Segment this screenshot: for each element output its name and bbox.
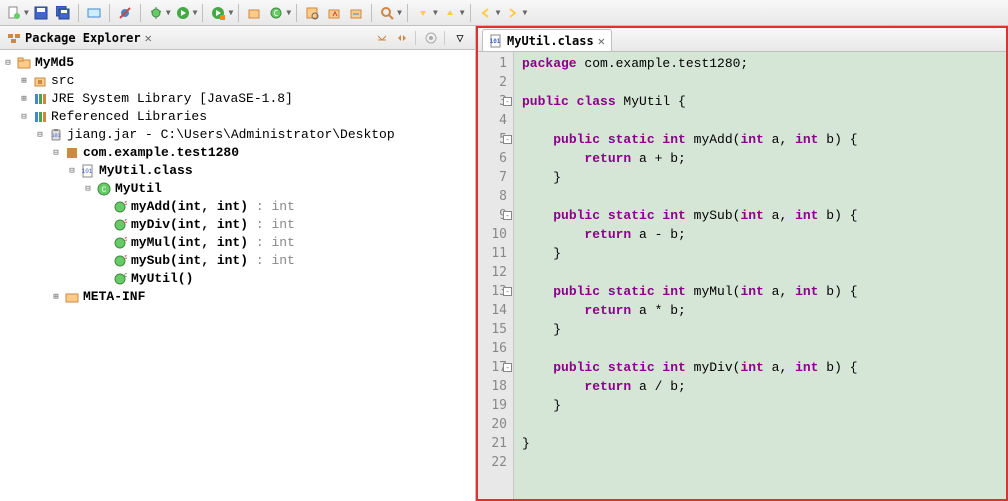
panel-header: Package Explorer ✕ ▽ xyxy=(0,26,475,50)
coverage-button[interactable] xyxy=(208,3,228,23)
editor-panel: 101 MyUtil.class ✕ 123-45-6789-10111213-… xyxy=(476,26,1008,501)
tree-project[interactable]: ⊟MyMd5 xyxy=(2,54,473,72)
next-annotation-button[interactable] xyxy=(413,3,433,23)
package-explorer-icon xyxy=(6,30,22,46)
editor-tabs: 101 MyUtil.class ✕ xyxy=(478,28,1006,52)
dropdown-icon[interactable]: ▼ xyxy=(24,8,29,17)
search-button[interactable] xyxy=(377,3,397,23)
dropdown-icon[interactable]: ▼ xyxy=(193,8,198,17)
svg-text:s: s xyxy=(124,218,127,226)
tree-src[interactable]: ⊞src xyxy=(2,72,473,90)
toggle-button[interactable] xyxy=(84,3,104,23)
svg-text:101: 101 xyxy=(82,168,93,175)
new-button[interactable] xyxy=(4,3,24,23)
tree-method[interactable]: smyAdd(int, int) : int xyxy=(2,198,473,216)
link-editor-button[interactable] xyxy=(393,29,411,47)
svg-text:s: s xyxy=(124,254,127,262)
close-icon[interactable]: ✕ xyxy=(145,31,152,45)
separator xyxy=(238,4,239,22)
separator xyxy=(296,4,297,22)
tree-package[interactable]: ⊟com.example.test1280 xyxy=(2,144,473,162)
back-button[interactable] xyxy=(476,3,496,23)
open-resource-button[interactable] xyxy=(346,3,366,23)
svg-text:101: 101 xyxy=(51,133,60,139)
save-button[interactable] xyxy=(31,3,51,23)
package-tree: ⊟MyMd5⊞src⊞JRE System Library [JavaSE-1.… xyxy=(0,50,475,310)
separator xyxy=(202,4,203,22)
tree-referenced-libraries[interactable]: ⊟Referenced Libraries xyxy=(2,108,473,126)
separator xyxy=(140,4,141,22)
dropdown-icon[interactable]: ▼ xyxy=(522,8,527,17)
save-all-button[interactable] xyxy=(53,3,73,23)
dropdown-icon[interactable]: ▼ xyxy=(496,8,501,17)
new-class-button[interactable]: C xyxy=(266,3,286,23)
svg-text:C: C xyxy=(102,186,107,195)
tree-jre[interactable]: ⊞JRE System Library [JavaSE-1.8] xyxy=(2,90,473,108)
open-type-button[interactable] xyxy=(302,3,322,23)
code-editor[interactable]: 123-45-6789-10111213-14151617-1819202122… xyxy=(478,52,1006,499)
svg-text:101: 101 xyxy=(490,38,501,45)
forward-button[interactable] xyxy=(502,3,522,23)
svg-text:s: s xyxy=(124,200,127,208)
tree-method[interactable]: smyDiv(int, int) : int xyxy=(2,216,473,234)
panel-title: Package Explorer xyxy=(25,31,141,45)
dropdown-icon[interactable]: ▼ xyxy=(228,8,233,17)
editor-tab-myutil[interactable]: 101 MyUtil.class ✕ xyxy=(482,29,612,51)
dropdown-icon[interactable]: ▼ xyxy=(460,8,465,17)
tree-type[interactable]: ⊟CMyUtil xyxy=(2,180,473,198)
close-tab-icon[interactable]: ✕ xyxy=(598,34,605,48)
dropdown-icon[interactable]: ▼ xyxy=(433,8,438,17)
separator xyxy=(109,4,110,22)
separator xyxy=(78,4,79,22)
tab-label: MyUtil.class xyxy=(507,34,594,48)
open-task-button[interactable] xyxy=(324,3,344,23)
collapse-all-button[interactable] xyxy=(373,29,391,47)
new-package-button[interactable] xyxy=(244,3,264,23)
svg-text:s: s xyxy=(124,236,127,244)
line-gutter: 123-45-6789-10111213-14151617-1819202122 xyxy=(478,52,514,499)
svg-text:C: C xyxy=(274,9,279,18)
tree-method[interactable]: smySub(int, int) : int xyxy=(2,252,473,270)
run-button[interactable] xyxy=(173,3,193,23)
main-toolbar: ▼ ▼ ▼ ▼ C ▼ ▼ ▼ ▼ ▼ ▼ xyxy=(0,0,1008,26)
separator xyxy=(371,4,372,22)
focus-task-button[interactable] xyxy=(422,29,440,47)
dropdown-icon[interactable]: ▼ xyxy=(166,8,171,17)
class-file-icon: 101 xyxy=(489,34,503,48)
separator xyxy=(407,4,408,22)
package-explorer-panel: Package Explorer ✕ ▽ ⊟MyMd5⊞src⊞JRE Syst… xyxy=(0,26,476,501)
tree-meta-inf[interactable]: ⊞META-INF xyxy=(2,288,473,306)
tree-jar[interactable]: ⊟101jiang.jar - C:\Users\Administrator\D… xyxy=(2,126,473,144)
svg-text:c: c xyxy=(124,272,127,280)
code-area[interactable]: package com.example.test1280;public clas… xyxy=(514,52,1006,499)
tree-method[interactable]: cMyUtil() xyxy=(2,270,473,288)
separator xyxy=(470,4,471,22)
debug-button[interactable] xyxy=(146,3,166,23)
dropdown-icon[interactable]: ▼ xyxy=(397,8,402,17)
prev-annotation-button[interactable] xyxy=(440,3,460,23)
skip-breakpoints-button[interactable] xyxy=(115,3,135,23)
tree-class[interactable]: ⊟101MyUtil.class xyxy=(2,162,473,180)
tree-method[interactable]: smyMul(int, int) : int xyxy=(2,234,473,252)
view-menu-button[interactable]: ▽ xyxy=(451,29,469,47)
dropdown-icon[interactable]: ▼ xyxy=(286,8,291,17)
